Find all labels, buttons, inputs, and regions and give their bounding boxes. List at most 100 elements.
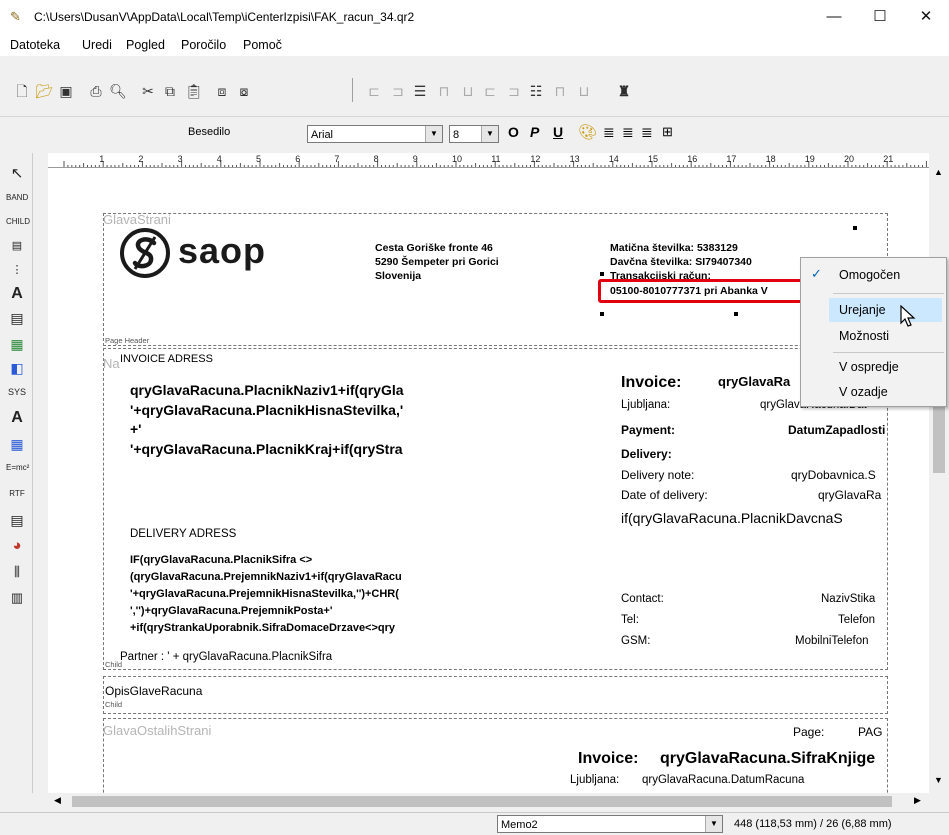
delivery-line3[interactable]: '+qryGlavaRacuna.PrejemnikHisnaStevilka,… [130,588,399,600]
contact-label[interactable]: Contact: [621,593,664,605]
dbrichtext-icon[interactable]: ▤ [6,509,28,531]
horizontal-scroll-thumb[interactable] [72,796,892,807]
placnik-line2[interactable]: '+qryGlavaRacuna.PlacnikHisnaStevilka,' [130,402,403,418]
child-band-icon[interactable]: CHILD [6,211,30,233]
selection-handle[interactable] [853,226,857,230]
invoice2-title[interactable]: Invoice: [578,750,638,768]
print-icon[interactable]: ⎙ [86,80,106,102]
gsm-value[interactable]: MobilniTelefon [795,635,869,647]
ljubljana2-label[interactable]: Ljubljana: [570,774,619,786]
sysdata-icon[interactable]: SYS [6,381,28,403]
align-middle-icon[interactable]: ⊔ [458,80,478,102]
scroll-left-icon[interactable]: ◀ [54,795,61,806]
barcode-icon[interactable]: ▥ [6,587,28,609]
underline-button[interactable]: U [553,124,563,140]
label-icon[interactable]: A [6,283,28,305]
cut-icon[interactable]: ✂ [138,80,158,102]
opis-field[interactable]: OpisGlaveRacuna [105,684,202,698]
expression-icon[interactable]: E=mc² [6,457,29,479]
align-center-icon[interactable]: ⊐ [388,80,408,102]
band-icon[interactable]: BAND [6,187,28,209]
delivery-line2[interactable]: (qryGlavaRacuna.PrejemnikNaziv1+if(qryGl… [130,571,402,583]
tel-label[interactable]: Tel: [621,614,639,626]
scroll-up-icon[interactable]: ▲ [934,167,943,177]
font-select[interactable]: Arial ▼ [307,125,443,143]
davcna-expression[interactable]: if(qryGlavaRacuna.PlacnikDavcnaS [621,510,843,526]
memo-icon[interactable]: ▤ [6,307,28,329]
menu-item-v-ozadje[interactable]: V ozadje [839,385,888,399]
bold-button[interactable]: O [508,124,519,140]
vertical-scrollbar[interactable]: ▲ ▼ [929,153,949,793]
delivery-line1[interactable]: IF(qryGlavaRacuna.PlacnikSifra <> [130,554,312,566]
align-text-left-icon[interactable]: ≣ [603,124,615,141]
menu-item-v-ospredje[interactable]: V ospredje [839,360,899,374]
chevron-down-icon[interactable]: ▼ [481,126,498,142]
date-of-delivery-value[interactable]: qryGlavaRa [818,488,881,502]
minimize-button[interactable]: — [811,0,857,34]
gsm-label[interactable]: GSM: [621,635,650,647]
invoice-ref[interactable]: qryGlavaRa [718,374,790,389]
selection-handle[interactable] [734,312,738,316]
dbtext-icon[interactable]: A [6,407,28,429]
center-page-icon[interactable]: ⊓ [550,80,570,102]
chart-icon[interactable]: ◕ [6,535,28,557]
menu-datoteka[interactable]: Datoteka [10,38,60,52]
print-preview-icon[interactable]: 🔍︎ [108,80,128,102]
font-size-select[interactable]: 8 ▼ [449,125,499,143]
delivery-label[interactable]: Delivery: [621,447,672,461]
new-file-icon[interactable]: 🗋 [12,80,32,102]
open-folder-icon[interactable]: 📂︎ [34,80,54,102]
menu-item-moznosti[interactable]: Možnosti [839,329,889,343]
partner-field[interactable]: Partner : ' + qryGlavaRacuna.PlacnikSifr… [120,651,332,663]
align-bottom-icon[interactable]: ⊏ [480,80,500,102]
align-text-right-icon[interactable]: ≣ [641,124,653,141]
page-value[interactable]: PAG [858,725,882,739]
chevron-down-icon[interactable]: ▼ [705,816,722,832]
menu-porocilo[interactable]: Poročilo [181,38,226,52]
payment-label[interactable]: Payment: [621,423,675,437]
horizontal-scrollbar[interactable]: ◀ ▶ [48,793,929,810]
frame-icon[interactable]: ⊞ [662,124,673,140]
paste-icon[interactable]: 📋︎ [184,80,204,102]
invoice-title[interactable]: Invoice: [621,374,681,392]
align-left-icon[interactable]: ⊏ [364,80,384,102]
menu-pogled[interactable]: Pogled [126,38,165,52]
component-select[interactable]: Memo2 ▼ [497,815,723,833]
tel-value[interactable]: Telefon [838,614,875,626]
italic-button[interactable]: P [530,124,539,140]
chevron-down-icon[interactable]: ▼ [425,126,442,142]
richtext-icon[interactable]: RTF [6,483,28,505]
align-top-icon[interactable]: ⊓ [434,80,454,102]
payment-value[interactable]: DatumZapadlosti [788,423,885,437]
bring-to-front-icon[interactable]: ⧈ [212,80,232,102]
delivery-adress-label[interactable]: DELIVERY ADRESS [130,528,236,540]
contact-value[interactable]: NazivStika [821,593,875,605]
ljubljana-label[interactable]: Ljubljana: [621,399,670,411]
delivery-note-value[interactable]: qryDobavnica.S [791,468,876,482]
delivery-line4[interactable]: ','')+qryGlavaRacuna.PrejemnikPosta+' [130,605,332,617]
save-icon[interactable]: ▣ [56,80,76,102]
menu-pomoc[interactable]: Pomoč [243,38,282,52]
placnik-line3[interactable]: +' [130,421,142,437]
copy-icon[interactable]: ⧉ [160,80,180,102]
scroll-right-icon[interactable]: ▶ [914,795,921,806]
space-horizontal-icon[interactable]: ☰ [410,80,430,102]
invoice-adress-label[interactable]: INVOICE ADRESS [120,353,213,365]
send-to-back-icon[interactable]: ⧇ [234,80,254,102]
maximize-button[interactable]: ☐ [857,0,903,34]
delivery-line5[interactable]: +if(qryStrankaUporabnik.SifraDomaceDrzav… [130,622,395,634]
opis-child-band[interactable] [103,676,888,714]
align-text-center-icon[interactable]: ≣ [622,124,634,141]
group-icon[interactable]: ⋮ [6,259,28,281]
barcode-small-icon[interactable]: ⫼ [6,561,28,583]
bank-account[interactable]: 05100-8010777371 pri Abanka V [610,285,768,297]
menu-item-urejanje[interactable]: Urejanje [839,303,886,317]
close-button[interactable]: ✕ [903,0,949,34]
delivery-note-label[interactable]: Delivery note: [621,468,694,482]
placnik-line4[interactable]: '+qryGlavaRacuna.PlacnikKraj+if(qryStra [130,441,403,457]
selection-handle[interactable] [600,272,604,276]
selection-handle[interactable] [600,312,604,316]
scroll-down-icon[interactable]: ▼ [934,775,943,785]
space-vertical-icon[interactable]: ☷ [526,80,546,102]
menu-item-omogocen[interactable]: Omogočen [839,268,900,282]
